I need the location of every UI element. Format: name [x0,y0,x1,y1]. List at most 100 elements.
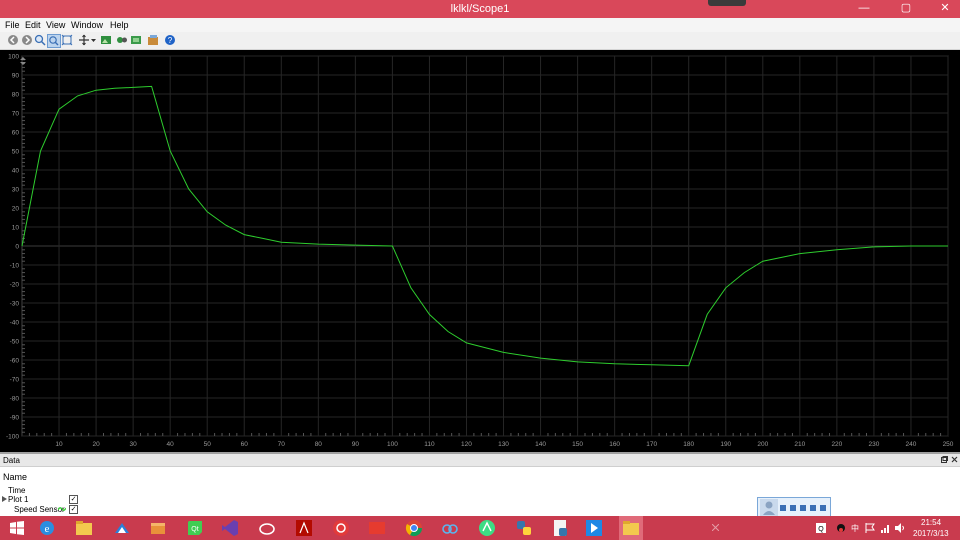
speed-sensor-checkbox[interactable]: ✓ [69,505,78,514]
y-tick-label: 10 [12,225,20,232]
tray-qq-icon[interactable] [836,523,846,533]
python-icon[interactable] [515,519,533,537]
x-axis-ticks: 10 20 30 40 50 60 70 80 90 100 110 120 130 140 150 160 1… [55,441,953,448]
window-title: lklkl/Scope1 [450,3,510,15]
android-studio-icon[interactable] [478,519,496,537]
x-tick-label: 200 [757,441,768,448]
chrome-icon[interactable] [405,519,423,537]
ie-icon[interactable]: e [38,519,56,537]
zoom-box-icon[interactable] [47,34,61,48]
dropdown-icon[interactable] [90,34,97,46]
y-tick-label: 70 [12,111,20,118]
scope-chart[interactable]: 1009080706050403020100-10-20-30-40-50-60… [0,50,960,452]
y-tick-label: 50 [12,149,20,156]
y-axis-marker-icon[interactable] [20,57,26,65]
forward-icon[interactable] [21,34,33,46]
maximize-button[interactable]: ▢ [894,0,918,18]
plot-1-checkbox[interactable]: ✓ [69,495,78,504]
y-tick-label: -70 [10,377,20,384]
windows-start-icon[interactable] [8,519,26,537]
zoom-in-icon[interactable] [34,34,46,46]
settings-icon[interactable] [147,34,159,46]
tray-arrow-icon[interactable] [712,524,719,531]
python-doc-icon[interactable] [552,519,570,537]
x-tick-label: 110 [424,441,435,448]
x-tick-label: 30 [130,441,138,448]
x-tick-label: 60 [241,441,249,448]
y-axis-ticks: 1009080706050403020100-10-20-30-40-50-60… [6,54,19,441]
acrobat-icon[interactable] [295,519,313,537]
camera-icon[interactable] [116,34,128,46]
image-icon[interactable] [100,34,112,46]
svg-text:?: ? [168,36,173,45]
svg-text:Qt: Qt [191,526,198,533]
y-tick-label: 100 [8,54,19,61]
y-tick-label: -90 [10,415,20,422]
x-tick-label: 40 [167,441,175,448]
xmind-icon[interactable] [113,519,131,537]
x-tick-label: 230 [868,441,879,448]
volume-icon[interactable] [895,523,905,533]
menu-view[interactable]: View [46,20,65,30]
x-tick-label: 20 [92,441,100,448]
menu-window[interactable]: Window [71,20,103,30]
minimize-button[interactable]: — [852,0,876,18]
x-tick-label: 180 [683,441,694,448]
data-panel-header: Data [0,454,960,467]
x-tick-label: 50 [204,441,212,448]
y-tick-label: 80 [12,92,20,99]
cloud-icon[interactable] [258,519,276,537]
menu-help[interactable]: Help [110,20,129,30]
close-panel-icon[interactable] [951,456,958,463]
collapse-arrow-icon[interactable] [2,496,7,502]
menu-bar: File Edit View Window Help [0,18,960,32]
restore-panel-icon[interactable] [941,456,948,463]
box-icon[interactable] [149,519,167,537]
visual-studio-icon[interactable] [221,519,239,537]
x-tick-label: 100 [387,441,398,448]
help-icon[interactable]: ? [164,34,176,46]
y-tick-label: -80 [10,396,20,403]
x-tick-label: 220 [831,441,842,448]
x-tick-label: 90 [352,441,360,448]
y-tick-label: 90 [12,73,20,80]
tray-q-icon[interactable]: Q [816,523,826,533]
network-icon[interactable] [881,523,891,533]
input-method-indicator[interactable]: 中 [851,523,859,534]
y-tick-label: -50 [10,339,20,346]
plot-1-label: Plot 1 [8,495,29,504]
qt-icon[interactable]: Qt [186,519,204,537]
x-tick-label: 150 [572,441,583,448]
y-tick-label: 30 [12,187,20,194]
y-tick-label: 60 [12,130,20,137]
close-button[interactable]: ✕ [930,0,960,18]
x-tick-label: 170 [646,441,657,448]
menu-edit[interactable]: Edit [25,20,41,30]
file-explorer-icon[interactable] [75,519,93,537]
y-tick-label: 0 [15,244,19,251]
svg-text:e: e [45,523,50,535]
taskbar-date[interactable]: 2017/3/13 [913,529,949,538]
y-tick-label: -10 [10,263,20,270]
y-tick-label: -30 [10,301,20,308]
x-tick-label: 240 [906,441,917,448]
media-icon[interactable] [585,519,603,537]
pan-icon[interactable] [78,34,90,46]
avatar-icon[interactable] [760,499,778,516]
tray-flag-icon[interactable] [865,523,875,533]
export-icon[interactable] [130,34,142,46]
taskbar-time[interactable]: 21:54 [921,518,941,527]
input-tools-icon[interactable] [780,504,828,512]
music-icon[interactable] [332,519,350,537]
folder-icon[interactable] [622,519,640,537]
app-red-icon[interactable] [368,519,386,537]
x-tick-label: 210 [794,441,805,448]
zoom-fit-icon[interactable] [61,34,73,46]
y-tick-label: -40 [10,320,20,327]
scope-plot-area[interactable]: 100 90 80 70 60 50 40 30 20 10 0 -10 -20 -30 -40 -50 -60… [0,50,960,452]
back-icon[interactable] [7,34,19,46]
data-panel-title: Data [3,456,20,465]
baidu-cloud-icon[interactable] [441,519,459,537]
menu-file[interactable]: File [5,20,20,30]
svg-text:Q: Q [818,526,824,533]
